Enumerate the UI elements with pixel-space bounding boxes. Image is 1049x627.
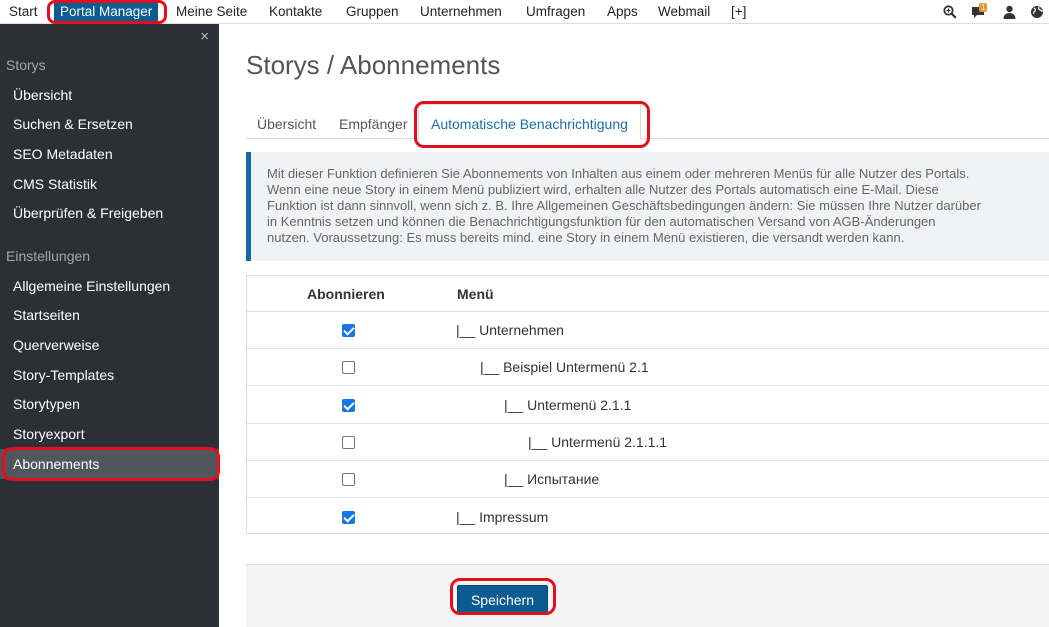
sidebar-item-startseiten[interactable]: Startseiten bbox=[0, 300, 219, 330]
info-line: Funktion ist dann sinnvoll, wenn sich z.… bbox=[267, 198, 981, 213]
nav-apps[interactable]: Apps bbox=[607, 0, 638, 24]
subscription-table: Abonnieren Menü |__ Unternehmen |__ Beisp… bbox=[246, 275, 1049, 534]
table-row: |__ Untermenü 2.1.1.1 bbox=[247, 424, 1049, 461]
nav-umfragen[interactable]: Umfragen bbox=[526, 0, 585, 24]
menu-label: |__ Beispiel Untermenü 2.1 bbox=[480, 359, 649, 376]
subscribe-checkbox[interactable] bbox=[342, 398, 355, 412]
user-icon[interactable] bbox=[1001, 4, 1017, 20]
nav-start[interactable]: Start bbox=[9, 0, 38, 24]
column-header-abonnieren: Abonnieren bbox=[307, 286, 385, 302]
info-box: Mit dieser Funktion definieren Sie Abonn… bbox=[246, 152, 1049, 261]
sidebar-item-suchen-ersetzen[interactable]: Suchen & Ersetzen bbox=[0, 109, 219, 139]
info-line: Wenn eine neue Story in einem Menü publi… bbox=[267, 182, 939, 197]
sidebar-item-querverweise[interactable]: Querverweise bbox=[0, 330, 219, 360]
column-header-menue: Menü bbox=[457, 286, 494, 302]
form-footer: Speichern bbox=[246, 564, 1049, 627]
tab-uebersicht[interactable]: Übersicht bbox=[257, 104, 316, 139]
page-title: Storys / Abonnements bbox=[246, 50, 501, 80]
nav-portal-manager[interactable]: Portal Manager bbox=[54, 0, 159, 24]
menu-label: |__ Impressum bbox=[456, 508, 549, 525]
info-line: nutzen. Voraussetzung: Es muss bereits m… bbox=[267, 230, 905, 245]
table-row: |__ Unternehmen bbox=[247, 312, 1049, 349]
nav-webmail[interactable]: Webmail bbox=[658, 0, 710, 24]
sidebar-item-abonnements[interactable]: Abonnements bbox=[0, 449, 219, 479]
menu-label: |__ Испытание bbox=[504, 471, 600, 488]
sidebar-item-uebersicht[interactable]: Übersicht bbox=[0, 80, 219, 110]
nav-more[interactable]: [+] bbox=[731, 0, 746, 24]
table-row: |__ Испытание bbox=[247, 461, 1049, 499]
menu-label: |__ Untermenü 2.1.1 bbox=[504, 396, 632, 413]
tab-automatische-benachrichtigung[interactable]: Automatische Benachrichtigung bbox=[418, 104, 641, 140]
nav-kontakte[interactable]: Kontakte bbox=[269, 0, 322, 24]
sidebar-item-storytypen[interactable]: Storytypen bbox=[0, 389, 219, 419]
subscribe-checkbox[interactable] bbox=[342, 361, 355, 375]
sidebar-item-cms-statistik[interactable]: CMS Statistik bbox=[0, 169, 219, 199]
search-plus-icon[interactable] bbox=[942, 4, 958, 20]
chat-icon[interactable]: 1 bbox=[970, 3, 988, 20]
table-row: |__ Untermenü 2.1.1 bbox=[247, 387, 1049, 424]
sidebar-item-story-templates[interactable]: Story-Templates bbox=[0, 360, 219, 390]
subscribe-checkbox[interactable] bbox=[342, 435, 355, 449]
sidebar-item-storyexport[interactable]: Storyexport bbox=[0, 419, 219, 449]
tab-bar: Übersicht Empfänger Automatische Benachr… bbox=[246, 104, 1049, 140]
close-icon[interactable]: × bbox=[200, 28, 209, 45]
save-button[interactable]: Speichern bbox=[457, 585, 548, 614]
info-line: in Kenntnis setzen und können die Benach… bbox=[267, 214, 936, 229]
subscribe-checkbox[interactable] bbox=[342, 324, 355, 337]
globe-icon[interactable] bbox=[1029, 4, 1045, 20]
table-row: |__ Beispiel Untermenü 2.1 bbox=[247, 349, 1049, 387]
sidebar-item-seo-metadaten[interactable]: SEO Metadaten bbox=[0, 139, 219, 169]
top-navigation: Start Portal Manager Meine Seite Kontakt… bbox=[0, 0, 1049, 24]
nav-meine-seite[interactable]: Meine Seite bbox=[176, 0, 247, 24]
subscribe-checkbox[interactable] bbox=[342, 473, 355, 487]
notification-badge: 1 bbox=[979, 3, 988, 12]
nav-gruppen[interactable]: Gruppen bbox=[346, 0, 399, 24]
tab-empfaenger[interactable]: Empfänger bbox=[339, 104, 407, 139]
sidebar-item-allgemeine-einstellungen[interactable]: Allgemeine Einstellungen bbox=[0, 271, 219, 301]
menu-label: |__ Unternehmen bbox=[456, 322, 564, 338]
nav-unternehmen[interactable]: Unternehmen bbox=[420, 0, 502, 24]
info-line: Mit dieser Funktion definieren Sie Abonn… bbox=[267, 166, 970, 181]
sidebar-item-ueberpruefen-freigeben[interactable]: Überprüfen & Freigeben bbox=[0, 198, 219, 228]
sidebar-heading-einstellungen: Einstellungen bbox=[6, 248, 91, 264]
menu-label: |__ Untermenü 2.1.1.1 bbox=[528, 433, 668, 450]
sidebar-heading-storys: Storys bbox=[6, 57, 46, 73]
sidebar: × Storys Übersicht Suchen & Ersetzen SEO… bbox=[0, 24, 219, 627]
table-row: |__ Impressum bbox=[247, 499, 1049, 536]
subscribe-checkbox[interactable] bbox=[342, 510, 355, 524]
table-header: Abonnieren Menü bbox=[247, 276, 1049, 312]
